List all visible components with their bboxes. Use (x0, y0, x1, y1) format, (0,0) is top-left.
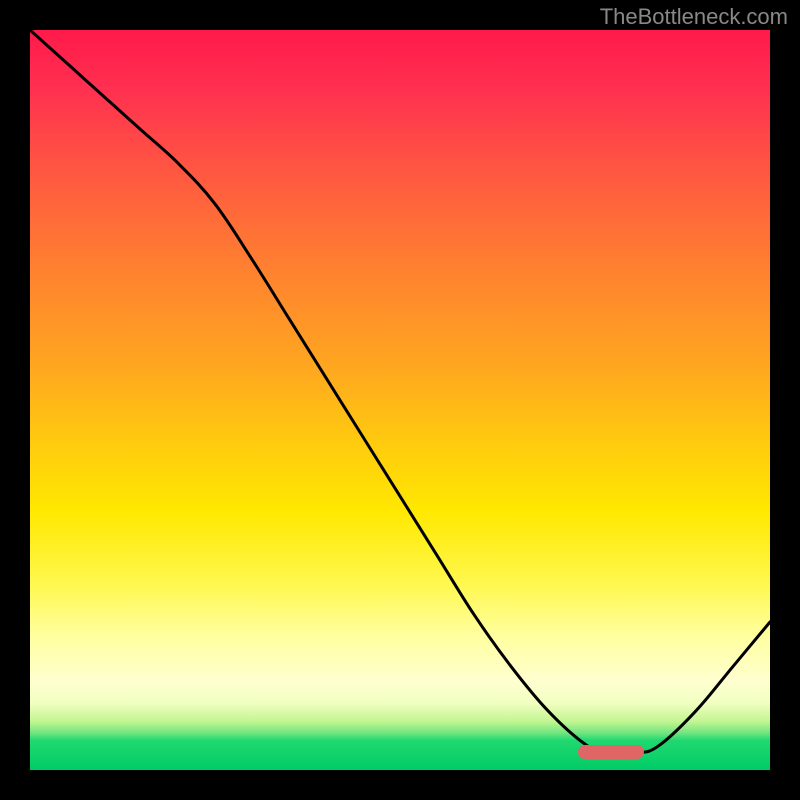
bottleneck-curve (30, 30, 770, 770)
chart-plot-area (30, 30, 770, 770)
optimal-range-marker (578, 745, 645, 759)
watermark-text: TheBottleneck.com (600, 4, 788, 30)
